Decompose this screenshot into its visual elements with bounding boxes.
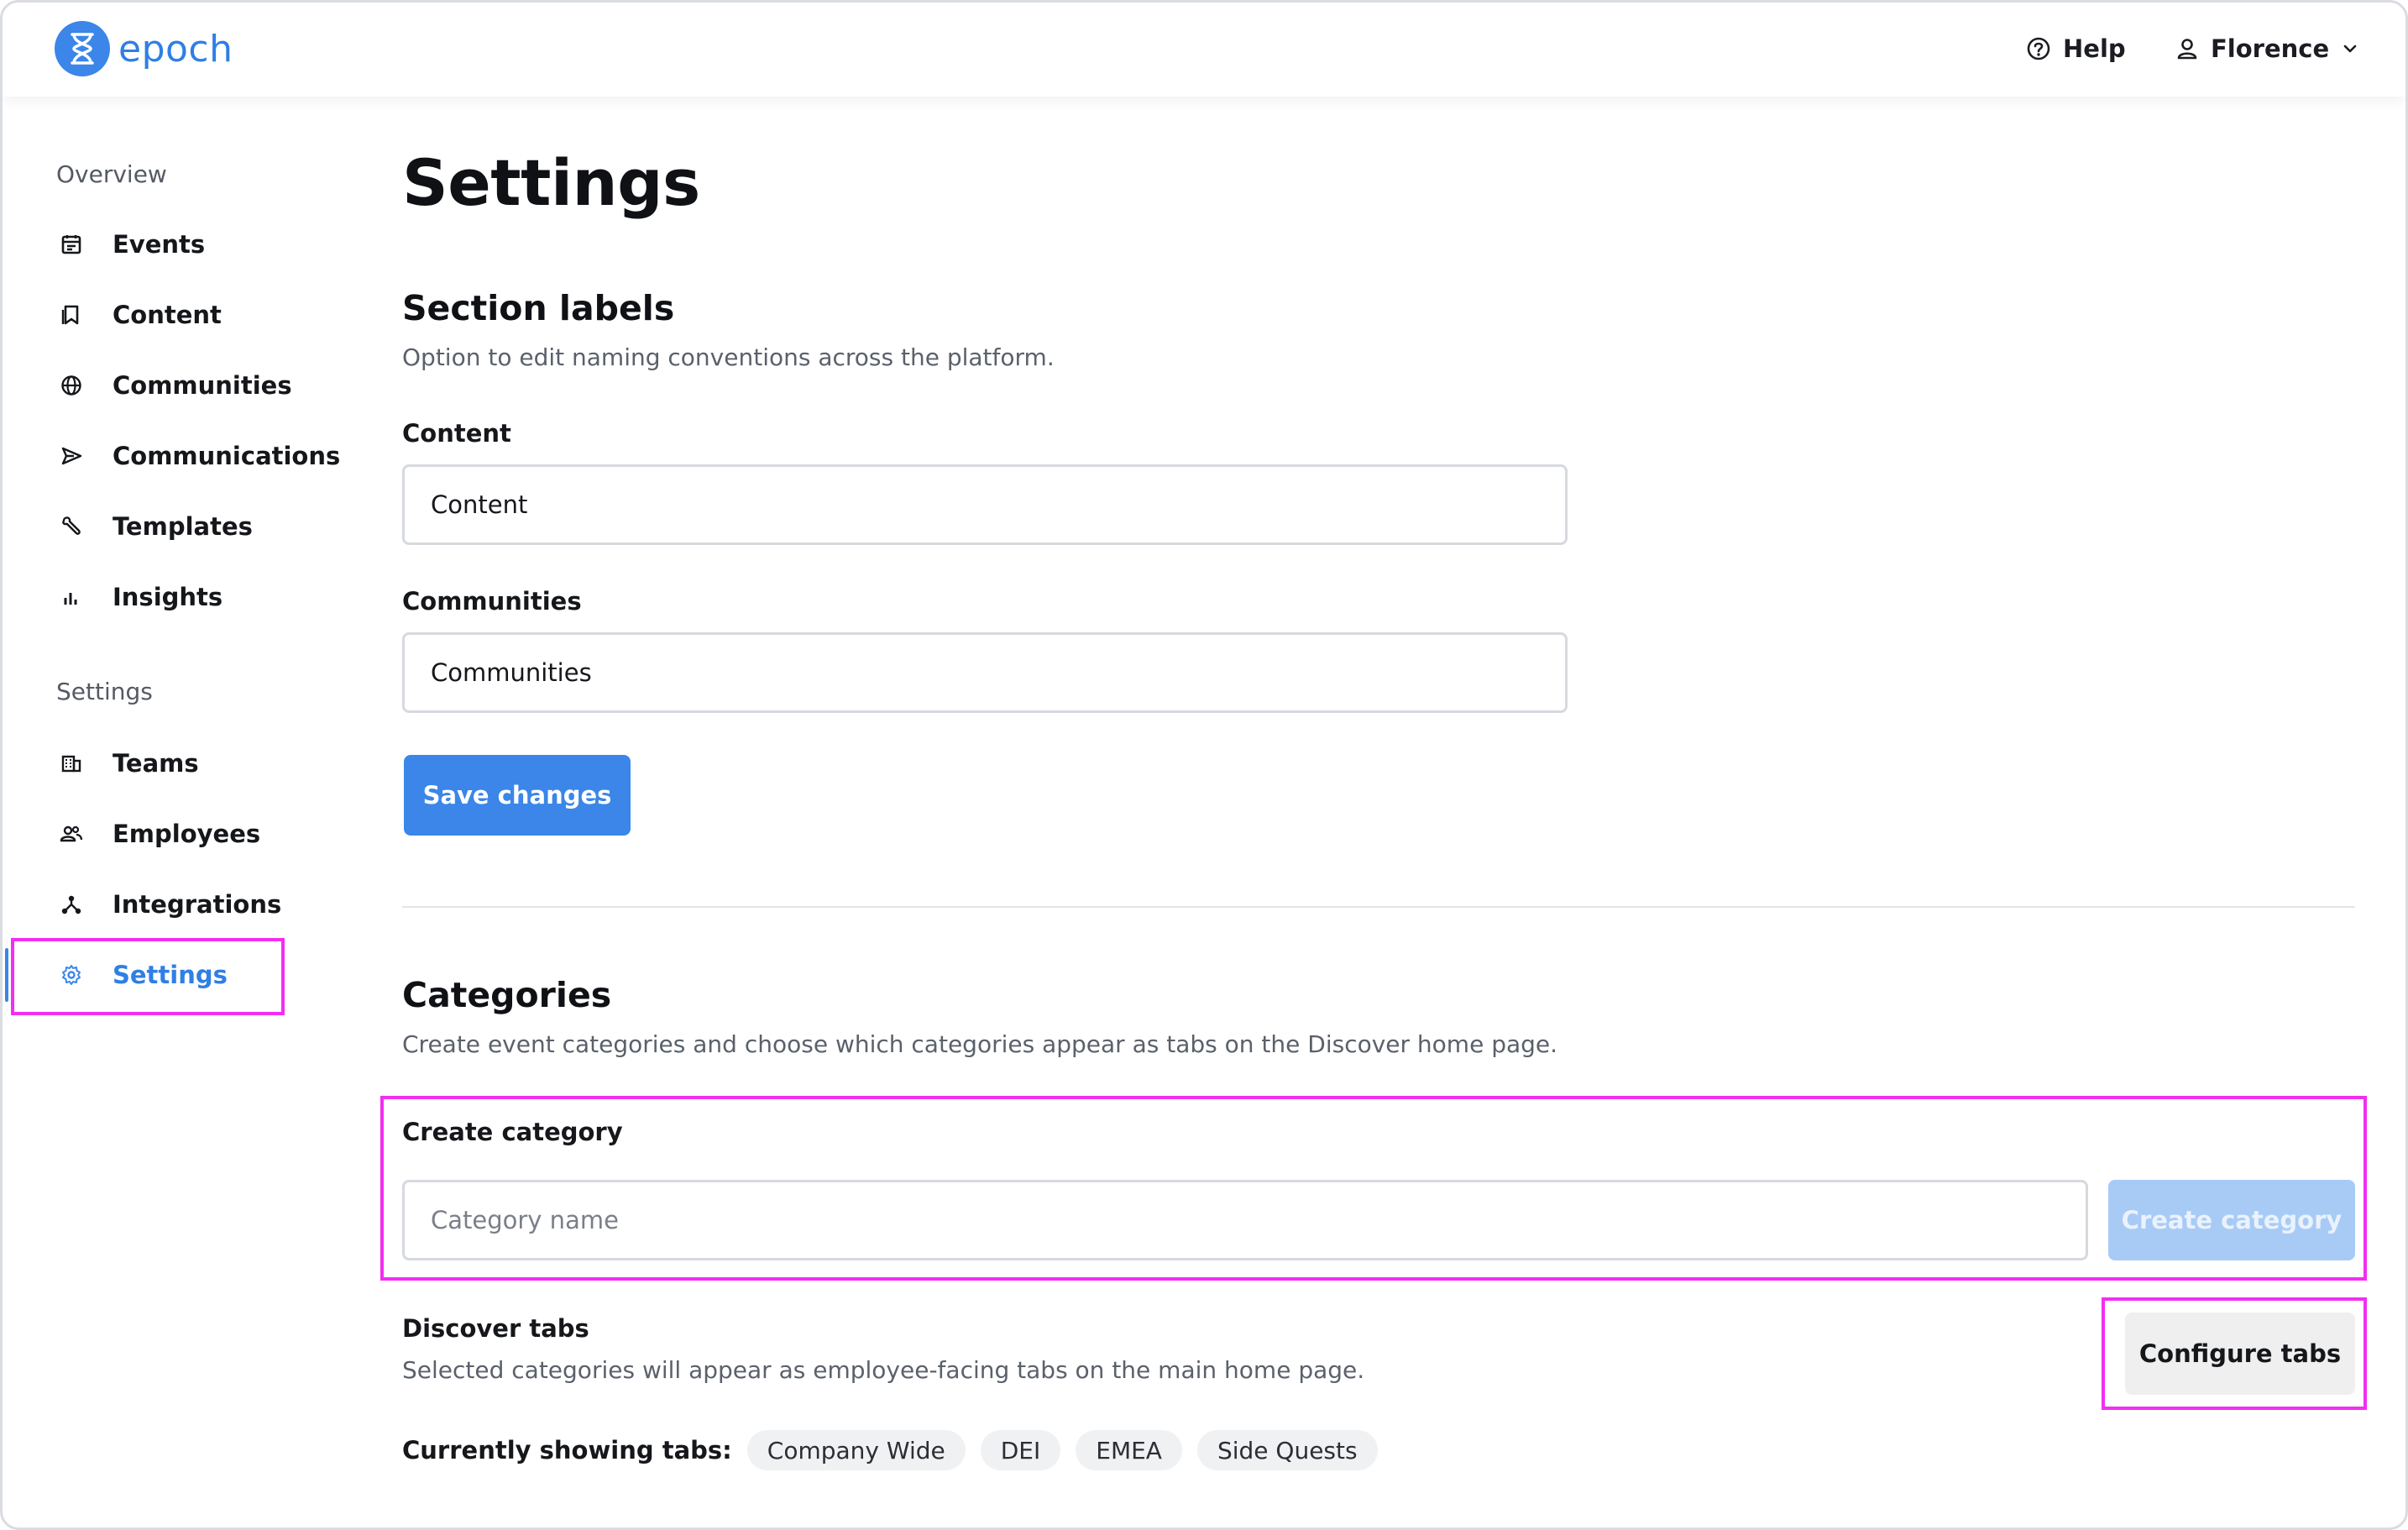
people-icon <box>60 822 83 846</box>
top-bar: epoch Help Florence <box>3 3 2405 97</box>
content-label: Content <box>402 419 511 448</box>
sidebar-item-label: Events <box>113 230 206 259</box>
help-label: Help <box>2063 34 2126 63</box>
logo-text: epoch <box>118 27 233 71</box>
bar-chart-icon <box>60 585 83 609</box>
section-labels-title: Section labels <box>402 288 675 328</box>
help-button[interactable]: Help <box>2026 28 2126 70</box>
sidebar-item-integrations[interactable]: Integrations <box>3 879 338 930</box>
building-icon <box>60 752 83 775</box>
settings-heading: Settings <box>56 678 153 705</box>
category-name-input[interactable] <box>402 1180 2088 1260</box>
app-window: epoch Help Florence Overview Events Cont… <box>0 0 2408 1530</box>
discover-tabs-description: Selected categories will appear as emplo… <box>402 1356 1365 1384</box>
current-tabs-row: Currently showing tabs: Company Wide DEI… <box>402 1430 1393 1470</box>
categories-title: Categories <box>402 975 612 1015</box>
help-icon <box>2027 37 2050 60</box>
sidebar-item-label: Teams <box>113 749 199 778</box>
calendar-icon <box>60 233 83 256</box>
sidebar-item-label: Templates <box>113 512 253 541</box>
save-changes-button[interactable]: Save changes <box>404 755 631 836</box>
user-name: Florence <box>2211 34 2330 63</box>
page-title: Settings <box>402 145 700 220</box>
sidebar-item-label: Communities <box>113 371 292 400</box>
categories-description: Create event categories and choose which… <box>402 1030 1558 1058</box>
network-icon <box>60 893 83 916</box>
sidebar-item-label: Insights <box>113 583 223 611</box>
wrench-icon <box>60 515 83 538</box>
configure-tabs-button[interactable]: Configure tabs <box>2125 1313 2355 1395</box>
bookmark-icon <box>60 303 83 327</box>
communities-name-input[interactable] <box>402 632 1568 713</box>
tab-chip: Side Quests <box>1196 1430 1378 1470</box>
sidebar-item-insights[interactable]: Insights <box>3 572 338 622</box>
logo[interactable]: epoch <box>55 21 233 76</box>
sidebar-item-templates[interactable]: Templates <box>3 501 338 552</box>
communities-label: Communities <box>402 587 582 616</box>
discover-tabs-title: Discover tabs <box>402 1314 589 1343</box>
section-divider <box>402 906 2355 908</box>
sidebar-item-employees[interactable]: Employees <box>3 809 338 859</box>
user-menu[interactable]: Florence <box>2175 28 2358 70</box>
globe-icon <box>60 374 83 397</box>
sidebar-item-communications[interactable]: Communications <box>3 431 341 481</box>
sidebar-item-label: Integrations <box>113 890 282 919</box>
sidebar-item-content[interactable]: Content <box>3 290 338 340</box>
current-tabs-label: Currently showing tabs: <box>402 1436 732 1465</box>
sidebar: Overview Events Content Communities Comm… <box>3 97 355 1527</box>
create-category-button[interactable]: Create category <box>2108 1180 2355 1260</box>
create-category-label: Create category <box>402 1118 623 1146</box>
hourglass-logo-icon <box>55 21 110 76</box>
section-labels-description: Option to edit naming conventions across… <box>402 343 1055 371</box>
chevron-down-icon <box>2343 45 2357 53</box>
sidebar-settings-highlight <box>11 938 285 1015</box>
send-icon <box>60 444 83 468</box>
tab-chip: EMEA <box>1076 1430 1182 1470</box>
sidebar-item-label: Communications <box>113 442 341 470</box>
user-icon <box>2177 39 2197 60</box>
overview-heading: Overview <box>56 160 167 188</box>
sidebar-item-label: Employees <box>113 820 261 848</box>
sidebar-item-communities[interactable]: Communities <box>3 360 338 411</box>
sidebar-item-teams[interactable]: Teams <box>3 738 338 789</box>
tab-chip: DEI <box>980 1430 1061 1470</box>
content-name-input[interactable] <box>402 464 1568 545</box>
sidebar-item-events[interactable]: Events <box>3 219 338 270</box>
tab-chip: Company Wide <box>746 1430 966 1470</box>
sidebar-item-label: Content <box>113 301 222 329</box>
